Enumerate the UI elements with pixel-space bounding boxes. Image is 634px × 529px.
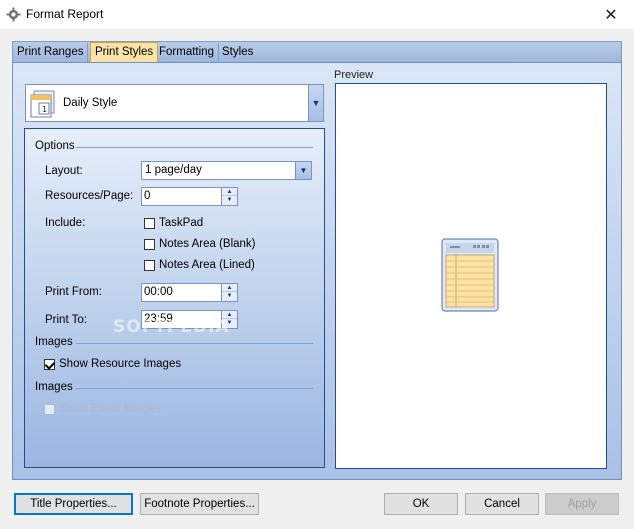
images-heading-2: Images bbox=[35, 381, 73, 393]
resources-stepper[interactable]: 0 ▲ ▼ bbox=[141, 187, 238, 206]
include-label: Include: bbox=[45, 217, 86, 229]
chevron-down-icon[interactable]: ▼ bbox=[295, 162, 311, 179]
tab-styles[interactable]: Styles bbox=[218, 43, 257, 63]
taskpad-checkbox[interactable]: TaskPad bbox=[144, 217, 203, 229]
checkbox-icon bbox=[144, 217, 155, 229]
watermark: SOFTPEDIA bbox=[113, 317, 230, 337]
show-event-images-checkbox: Show Event Images bbox=[44, 403, 161, 415]
calendar-icon: 1 bbox=[30, 90, 55, 118]
checkbox-icon bbox=[144, 238, 155, 250]
show-resource-images-label: Show Resource Images bbox=[59, 358, 182, 370]
tab-formatting[interactable]: Formatting bbox=[155, 43, 219, 63]
taskpad-label: TaskPad bbox=[159, 217, 204, 229]
checkbox-icon bbox=[144, 259, 155, 271]
title-properties-button[interactable]: Title Properties... bbox=[14, 493, 133, 515]
resources-label: Resources/Page: bbox=[45, 190, 134, 202]
title-bar: Format Report ✕ bbox=[0, 0, 634, 30]
checkbox-checked-icon bbox=[44, 358, 55, 370]
tab-strip: Print Ranges Print Styles Formatting Sty… bbox=[12, 41, 622, 64]
options-group: Options Layout: 1 page/day ▼ Resources/P… bbox=[24, 128, 325, 468]
images-divider bbox=[76, 343, 313, 344]
cancel-button[interactable]: Cancel bbox=[465, 493, 539, 515]
options-divider bbox=[76, 147, 313, 148]
style-selector-value: Daily Style bbox=[63, 97, 118, 109]
style-selector[interactable]: 1 Daily Style ▼ bbox=[25, 84, 324, 122]
checkbox-icon bbox=[44, 403, 55, 415]
window-title: Format Report bbox=[26, 7, 104, 21]
print-styles-panel: 1 Daily Style ▼ Options Layout: 1 page/d… bbox=[12, 62, 622, 480]
notes-blank-checkbox[interactable]: Notes Area (Blank) bbox=[144, 238, 256, 250]
notes-lined-label: Notes Area (Lined) bbox=[159, 259, 255, 271]
tab-print-styles[interactable]: Print Styles bbox=[90, 42, 159, 64]
show-event-images-label: Show Event Images bbox=[59, 403, 162, 415]
ok-button[interactable]: OK bbox=[384, 493, 458, 515]
notes-blank-label: Notes Area (Blank) bbox=[159, 238, 256, 250]
preview-area bbox=[335, 83, 607, 469]
layout-select[interactable]: 1 page/day ▼ bbox=[141, 161, 312, 180]
document-preview-icon bbox=[441, 238, 499, 312]
footnote-properties-button[interactable]: Footnote Properties... bbox=[140, 493, 259, 515]
preview-label: Preview bbox=[334, 69, 374, 81]
svg-text:1: 1 bbox=[42, 105, 47, 114]
print-to-label: Print To: bbox=[45, 314, 87, 326]
print-from-label: Print From: bbox=[45, 286, 102, 298]
chevron-down-icon[interactable]: ▼ bbox=[308, 85, 323, 121]
spinner-arrows-icon[interactable]: ▲ ▼ bbox=[221, 188, 237, 205]
close-icon: ✕ bbox=[604, 7, 618, 24]
options-heading: Options bbox=[35, 140, 75, 152]
layout-label: Layout: bbox=[45, 165, 83, 177]
gear-icon bbox=[6, 7, 21, 22]
close-button[interactable]: ✕ bbox=[588, 0, 634, 30]
resources-value: 0 bbox=[144, 190, 151, 202]
layout-select-value: 1 page/day bbox=[145, 164, 202, 176]
images-divider-2 bbox=[76, 388, 313, 389]
tab-print-ranges[interactable]: Print Ranges bbox=[13, 43, 89, 63]
print-from-value: 00:00 bbox=[144, 286, 173, 298]
show-resource-images-checkbox[interactable]: Show Resource Images bbox=[44, 358, 181, 370]
notes-lined-checkbox[interactable]: Notes Area (Lined) bbox=[144, 259, 255, 271]
images-heading: Images bbox=[35, 336, 73, 348]
apply-button[interactable]: Apply bbox=[545, 493, 619, 515]
spinner-arrows-icon[interactable]: ▲ ▼ bbox=[221, 284, 237, 301]
print-from-stepper[interactable]: 00:00 ▲ ▼ bbox=[141, 283, 238, 302]
